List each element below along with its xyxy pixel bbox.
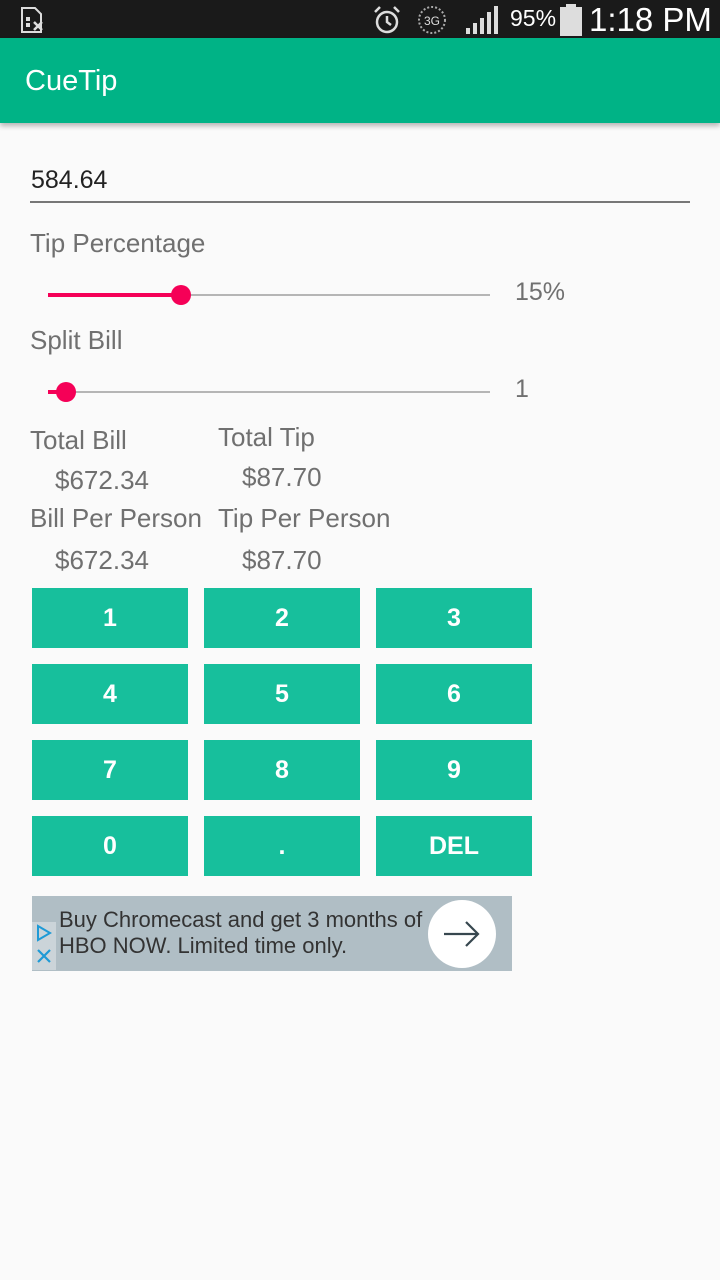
- slider-thumb[interactable]: [56, 382, 76, 402]
- slider-fill: [48, 293, 181, 297]
- key-0-button[interactable]: 0: [32, 816, 188, 876]
- tip-percentage-label: Tip Percentage: [30, 228, 206, 258]
- tip-percentage-value: 15%: [515, 278, 566, 306]
- bill-per-person-value: $672.34: [55, 545, 149, 575]
- total-tip-value: $87.70: [242, 462, 322, 492]
- split-bill-label: Split Bill: [30, 325, 123, 355]
- key-7-button[interactable]: 7: [32, 740, 188, 800]
- decimal-point-button[interactable]: .: [204, 816, 360, 876]
- key-9-button[interactable]: 9: [376, 740, 532, 800]
- tip-percentage-slider[interactable]: [48, 280, 490, 310]
- signal-icon: [466, 6, 498, 34]
- app-bar: CueTip: [0, 38, 720, 123]
- battery-percent: 95%: [510, 5, 557, 31]
- bill-amount-input[interactable]: [30, 160, 690, 203]
- app-title: CueTip: [25, 65, 118, 97]
- key-2-button[interactable]: 2: [204, 588, 360, 648]
- slider-thumb[interactable]: [171, 285, 191, 305]
- ad-text[interactable]: Buy Chromecast and get 3 months of HBO N…: [59, 907, 422, 959]
- clock: 1:18 PM: [589, 1, 712, 38]
- battery-icon: [560, 4, 582, 36]
- bill-per-person-label: Bill Per Person: [30, 503, 202, 533]
- network-3g-icon: 3G: [418, 6, 446, 34]
- adchoices-icon[interactable]: [32, 922, 56, 970]
- key-3-button[interactable]: 3: [376, 588, 532, 648]
- key-1-button[interactable]: 1: [32, 588, 188, 648]
- tip-per-person-value: $87.70: [242, 545, 322, 575]
- key-8-button[interactable]: 8: [204, 740, 360, 800]
- split-bill-slider[interactable]: [48, 377, 490, 407]
- ad-open-button[interactable]: [428, 900, 496, 968]
- key-4-button[interactable]: 4: [32, 664, 188, 724]
- total-tip-label: Total Tip: [218, 422, 315, 452]
- arrow-right-icon: [444, 921, 480, 947]
- split-bill-value: 1: [515, 375, 529, 403]
- alarm-icon: [374, 6, 400, 34]
- total-bill-value: $672.34: [55, 465, 149, 495]
- delete-button[interactable]: DEL: [376, 816, 532, 876]
- status-bar: 3G 95% 1:18 PM: [0, 0, 720, 38]
- ad-banner[interactable]: Buy Chromecast and get 3 months of HBO N…: [32, 896, 512, 971]
- slider-track: [48, 391, 490, 393]
- total-bill-label: Total Bill: [30, 425, 127, 455]
- sim-card-icon: [21, 7, 43, 33]
- key-5-button[interactable]: 5: [204, 664, 360, 724]
- key-6-button[interactable]: 6: [376, 664, 532, 724]
- ad-line-2: HBO NOW. Limited time only.: [59, 933, 348, 958]
- ad-line-1: Buy Chromecast and get 3 months of: [59, 907, 423, 932]
- tip-per-person-label: Tip Per Person: [218, 503, 391, 533]
- svg-text:3G: 3G: [424, 14, 440, 28]
